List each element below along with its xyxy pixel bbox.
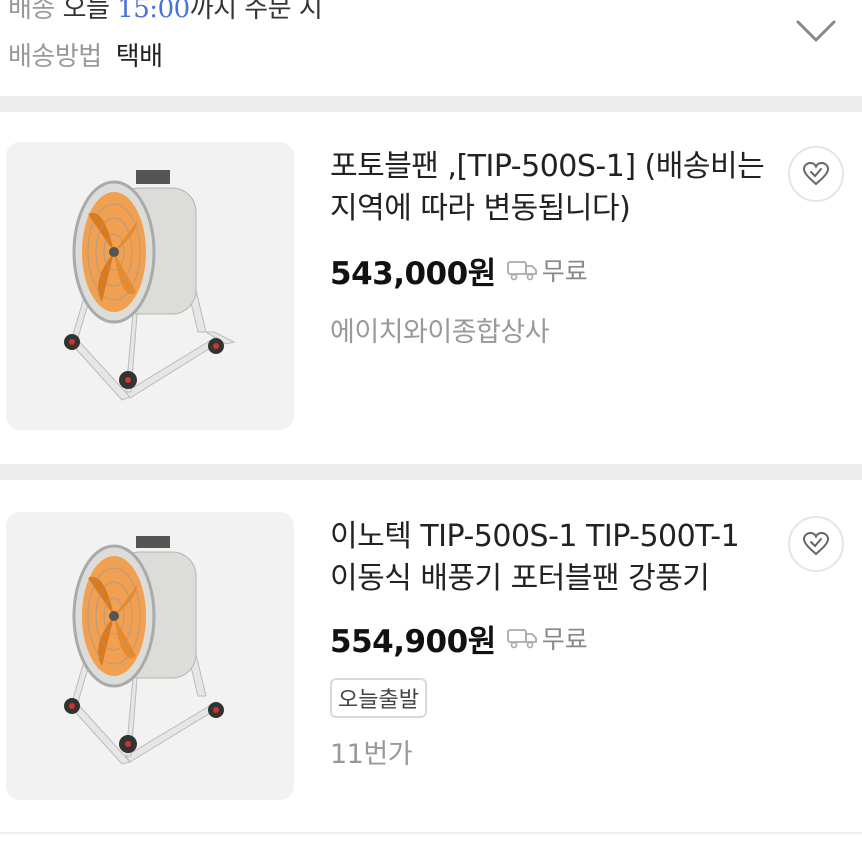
section-divider [0, 464, 862, 480]
heart-check-icon [802, 161, 830, 186]
truck-icon [506, 261, 537, 281]
today-shipping-badge: 오늘출발 [330, 678, 427, 718]
seller-name[interactable]: 11번가 [330, 732, 413, 771]
delivery-cutoff-day: 오늘 [62, 0, 110, 24]
portable-fan-image [64, 536, 224, 765]
shipping-info-section: 배송 오늘 15:00까지 주문 시 배송방법 택배 [0, 0, 862, 96]
shipping-method-label: 배송방법 [8, 42, 102, 72]
truck-icon [506, 629, 537, 649]
product-price: 554,900원 [330, 623, 496, 660]
delivery-fee: 무료 [541, 625, 588, 654]
product-card[interactable]: 포토블팬 ,[TIP-500S-1] (배송비는 지역에 따라 변동됩니다) 5… [0, 112, 862, 432]
delivery-cutoff-time: 15:00 [117, 0, 190, 24]
product-card[interactable]: 이노텍 TIP-500S-1 TIP-500T-1 이동식 배풍기 포터블팬 강… [0, 480, 862, 800]
delivery-cutoff-suffix: 까지 주문 시 [189, 0, 323, 24]
product-title[interactable]: 이노텍 TIP-500S-1 TIP-500T-1 이동식 배풍기 포터블팬 강… [330, 516, 770, 600]
shipping-method-value: 택배 [115, 42, 163, 72]
price-row: 543,000원 무료 [330, 250, 588, 292]
wishlist-button[interactable] [788, 146, 844, 202]
product-title[interactable]: 포토블팬 ,[TIP-500S-1] (배송비는 지역에 따라 변동됩니다) [330, 146, 770, 230]
delivery-cutoff-text: 배송 오늘 15:00까지 주문 시 [8, 0, 323, 25]
product-price: 543,000원 [330, 255, 496, 292]
delivery-cutoff-prefix: 배송 [8, 0, 55, 24]
price-row: 554,900원 무료 [330, 618, 588, 660]
heart-check-icon [802, 531, 830, 556]
chevron-down-icon[interactable] [794, 16, 838, 46]
delivery-fee: 무료 [541, 257, 588, 286]
shipping-method-row: 배송방법 택배 [8, 36, 163, 73]
seller-name[interactable]: 에이치와이종합상사 [330, 310, 550, 349]
portable-fan-image [64, 170, 236, 401]
list-bottom-divider [0, 832, 862, 834]
wishlist-button[interactable] [788, 516, 844, 572]
section-divider [0, 96, 862, 112]
product-image[interactable] [6, 142, 294, 430]
product-image[interactable] [6, 512, 294, 800]
